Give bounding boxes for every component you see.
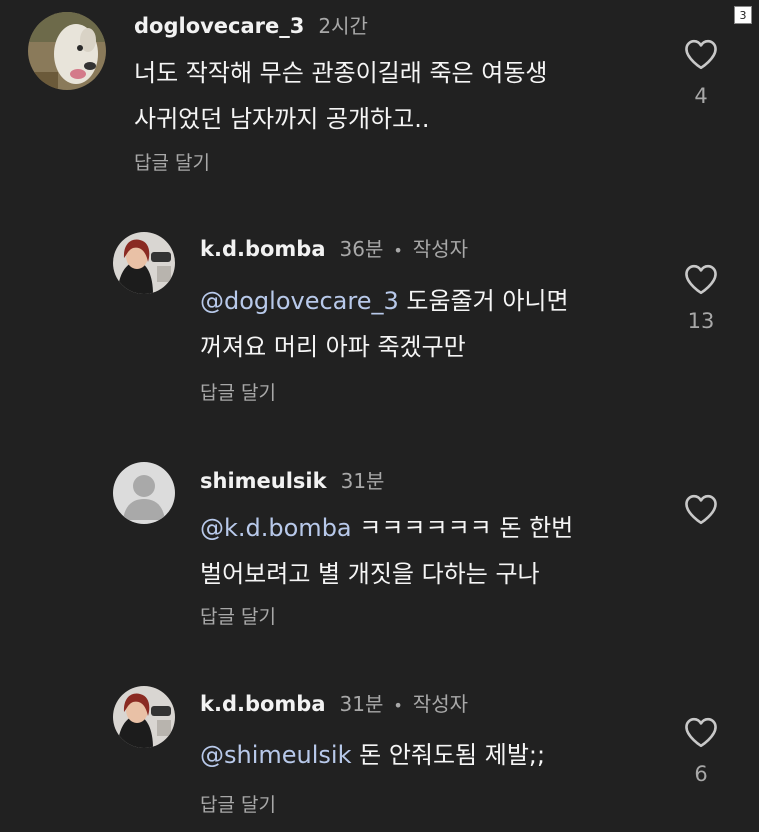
timestamp: 31분 bbox=[340, 469, 385, 493]
author-tag: 작성자 bbox=[412, 692, 468, 716]
page-number-badge: 3 bbox=[734, 6, 752, 24]
comment-line: @doglovecare_3 도움줄거 아니면 bbox=[200, 278, 569, 324]
heart-icon bbox=[685, 717, 717, 748]
comment-text: 너도 작작해 무슨 관종이길래 죽은 여동생 사귀었던 남자까지 공개하고.. bbox=[134, 50, 548, 142]
person-photo-avatar-icon bbox=[113, 232, 175, 294]
comment-text: @shimeulsik 돈 안줘도됨 제발;; bbox=[200, 732, 545, 778]
reply-button[interactable]: 답글 달기 bbox=[200, 378, 276, 405]
mention-link[interactable]: @shimeulsik bbox=[200, 741, 351, 769]
comment-line: 꺼져요 머리 아파 죽겠구만 bbox=[200, 333, 466, 361]
username[interactable]: doglovecare_3 bbox=[134, 14, 304, 38]
avatar[interactable] bbox=[28, 12, 106, 90]
person-photo-avatar-icon bbox=[113, 686, 175, 748]
username[interactable]: shimeulsik bbox=[200, 469, 327, 493]
avatar[interactable] bbox=[113, 462, 175, 524]
reply-button[interactable]: 답글 달기 bbox=[134, 148, 210, 175]
heart-icon bbox=[685, 39, 717, 70]
comment-line: @shimeulsik 돈 안줘도됨 제발;; bbox=[200, 732, 545, 778]
like-count: 4 bbox=[694, 84, 708, 108]
like-button[interactable]: 4 bbox=[681, 38, 721, 108]
timestamp: 31분 bbox=[339, 692, 384, 716]
like-button[interactable] bbox=[681, 493, 721, 525]
like-count: 13 bbox=[687, 309, 715, 333]
timestamp: 2시간 bbox=[318, 14, 368, 38]
comment-line-rest: 돈 안줘도됨 제발;; bbox=[351, 741, 546, 769]
comment-line: 벌어보려고 별 개짓을 다하는 구나 bbox=[200, 560, 540, 588]
mention-link[interactable]: @doglovecare_3 bbox=[200, 287, 399, 315]
comment-line: 너도 작작해 무슨 관종이길래 죽은 여동생 bbox=[134, 59, 548, 87]
reply-button[interactable]: 답글 달기 bbox=[200, 602, 276, 629]
mention-link[interactable]: @k.d.bomba bbox=[200, 514, 352, 542]
author-tag: 작성자 bbox=[412, 237, 468, 261]
timestamp: 36분 bbox=[339, 237, 384, 261]
comment-line: @k.d.bomba ㅋㅋㅋㅋㅋㅋ 돈 한번 bbox=[200, 505, 573, 551]
comment-line-rest: ㅋㅋㅋㅋㅋㅋ 돈 한번 bbox=[351, 514, 574, 542]
like-button[interactable]: 6 bbox=[681, 716, 721, 786]
reply-button[interactable]: 답글 달기 bbox=[200, 790, 276, 817]
comment-line-rest: 도움줄거 아니면 bbox=[398, 287, 569, 315]
heart-icon bbox=[685, 264, 717, 295]
username[interactable]: k.d.bomba bbox=[200, 237, 326, 261]
comment-text: @k.d.bomba ㅋㅋㅋㅋㅋㅋ 돈 한번 벌어보려고 별 개짓을 다하는 구… bbox=[200, 505, 573, 597]
avatar[interactable] bbox=[113, 686, 175, 748]
default-user-avatar-icon bbox=[113, 462, 175, 524]
comment-text: @doglovecare_3 도움줄거 아니면 꺼져요 머리 아파 죽겠구만 bbox=[200, 278, 569, 370]
heart-icon bbox=[685, 494, 717, 525]
like-count: 6 bbox=[694, 762, 708, 786]
comment-line: 사귀었던 남자까지 공개하고.. bbox=[134, 105, 430, 133]
avatar[interactable] bbox=[113, 232, 175, 294]
separator-dot: • bbox=[393, 241, 403, 260]
dog-photo-avatar-icon bbox=[28, 12, 106, 90]
separator-dot: • bbox=[393, 696, 403, 715]
username[interactable]: k.d.bomba bbox=[200, 692, 326, 716]
like-button[interactable]: 13 bbox=[681, 263, 721, 333]
